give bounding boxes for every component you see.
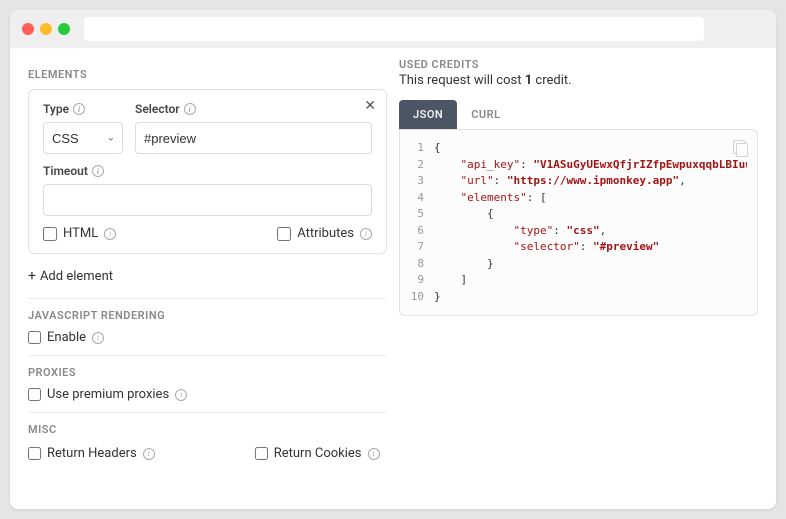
line-number: 7 bbox=[404, 239, 424, 256]
code-box: 1 { 2 "api_key": "V1ASuGyUEwxQfjrIZfpEwpu… bbox=[399, 129, 758, 316]
credits-text: This request will cost 1 credit. bbox=[399, 73, 758, 88]
line-number: 6 bbox=[404, 223, 424, 240]
tab-json[interactable]: JSON bbox=[399, 100, 457, 129]
code-text: { bbox=[434, 140, 441, 157]
js-section-label: JAVASCRIPT RENDERING bbox=[28, 309, 387, 322]
minimize-dot[interactable] bbox=[40, 23, 52, 35]
html-checkbox-label[interactable]: HTML bbox=[43, 226, 116, 241]
content: ELEMENTS ✕ Type CSS ⌄ bbox=[10, 48, 776, 509]
enable-js-checkbox-label[interactable]: Enable bbox=[28, 330, 387, 345]
address-bar[interactable] bbox=[84, 17, 704, 41]
left-panel: ELEMENTS ✕ Type CSS ⌄ bbox=[28, 58, 387, 491]
attributes-checkbox-label[interactable]: Attributes bbox=[277, 226, 372, 241]
type-label: Type bbox=[43, 102, 123, 116]
attributes-checkbox[interactable] bbox=[277, 227, 291, 241]
line-number: 3 bbox=[404, 173, 424, 190]
maximize-dot[interactable] bbox=[58, 23, 70, 35]
info-icon[interactable] bbox=[92, 165, 104, 177]
return-headers-checkbox[interactable] bbox=[28, 447, 41, 460]
add-element-text: Add element bbox=[40, 269, 113, 284]
selector-input[interactable] bbox=[135, 122, 372, 154]
close-icon[interactable]: ✕ bbox=[364, 98, 376, 114]
timeout-label: Timeout bbox=[43, 164, 372, 178]
code-text: "selector": "#preview" bbox=[434, 239, 659, 256]
code-text: { bbox=[434, 206, 494, 223]
right-panel: USED CREDITS This request will cost 1 cr… bbox=[399, 58, 758, 491]
used-credits-label: USED CREDITS bbox=[399, 58, 758, 71]
credits-prefix: This request will cost bbox=[399, 73, 525, 88]
premium-proxies-checkbox[interactable] bbox=[28, 388, 41, 401]
html-checkbox[interactable] bbox=[43, 227, 57, 241]
info-icon[interactable] bbox=[175, 389, 187, 401]
code-text: ] bbox=[434, 272, 467, 289]
code-text: "elements": [ bbox=[434, 190, 547, 207]
return-headers-text: Return Headers bbox=[47, 446, 137, 461]
code-text: "api_key": "V1ASuGyUEwxQfjrIZfpEwpuxqqbL… bbox=[434, 157, 747, 174]
line-number: 1 bbox=[404, 140, 424, 157]
elements-section-label: ELEMENTS bbox=[28, 68, 387, 81]
code-text: } bbox=[434, 256, 494, 273]
line-number: 4 bbox=[404, 190, 424, 207]
info-icon[interactable] bbox=[92, 332, 104, 344]
attributes-checkbox-text: Attributes bbox=[297, 226, 354, 241]
type-label-text: Type bbox=[43, 102, 69, 116]
add-element-button[interactable]: + Add element bbox=[28, 268, 387, 284]
info-icon[interactable] bbox=[73, 103, 85, 115]
code-text: "url": "https://www.ipmonkey.app", bbox=[434, 173, 686, 190]
premium-proxies-text: Use premium proxies bbox=[47, 387, 169, 402]
code-text: } bbox=[434, 289, 441, 306]
line-number: 10 bbox=[404, 289, 424, 306]
line-number: 9 bbox=[404, 272, 424, 289]
titlebar bbox=[10, 10, 776, 48]
app-window: ELEMENTS ✕ Type CSS ⌄ bbox=[10, 10, 776, 509]
html-checkbox-text: HTML bbox=[63, 226, 98, 241]
return-cookies-checkbox-label[interactable]: Return Cookies bbox=[255, 446, 380, 461]
timeout-label-text: Timeout bbox=[43, 164, 88, 178]
timeout-input[interactable] bbox=[43, 184, 372, 216]
plus-icon: + bbox=[28, 268, 36, 284]
info-icon[interactable] bbox=[104, 228, 116, 240]
premium-proxies-checkbox-label[interactable]: Use premium proxies bbox=[28, 387, 387, 402]
info-icon[interactable] bbox=[368, 448, 380, 460]
return-cookies-text: Return Cookies bbox=[274, 446, 362, 461]
info-icon[interactable] bbox=[184, 103, 196, 115]
return-cookies-checkbox[interactable] bbox=[255, 447, 268, 460]
return-headers-checkbox-label[interactable]: Return Headers bbox=[28, 446, 155, 461]
type-select[interactable]: CSS bbox=[43, 122, 123, 154]
enable-js-text: Enable bbox=[47, 330, 86, 345]
close-dot[interactable] bbox=[22, 23, 34, 35]
code-tabs: JSON CURL bbox=[399, 100, 758, 129]
line-number: 8 bbox=[404, 256, 424, 273]
misc-section-label: MISC bbox=[28, 423, 387, 436]
element-card: ✕ Type CSS ⌄ bbox=[28, 89, 387, 254]
tab-curl[interactable]: CURL bbox=[457, 100, 514, 129]
selector-label: Selector bbox=[135, 102, 372, 116]
selector-label-text: Selector bbox=[135, 102, 180, 116]
line-number: 5 bbox=[404, 206, 424, 223]
code-text: "type": "css", bbox=[434, 223, 606, 240]
enable-js-checkbox[interactable] bbox=[28, 331, 41, 344]
line-number: 2 bbox=[404, 157, 424, 174]
info-icon[interactable] bbox=[143, 448, 155, 460]
copy-icon[interactable] bbox=[733, 140, 747, 156]
credits-suffix: credit. bbox=[532, 73, 571, 88]
proxies-section-label: PROXIES bbox=[28, 366, 387, 379]
info-icon[interactable] bbox=[360, 228, 372, 240]
